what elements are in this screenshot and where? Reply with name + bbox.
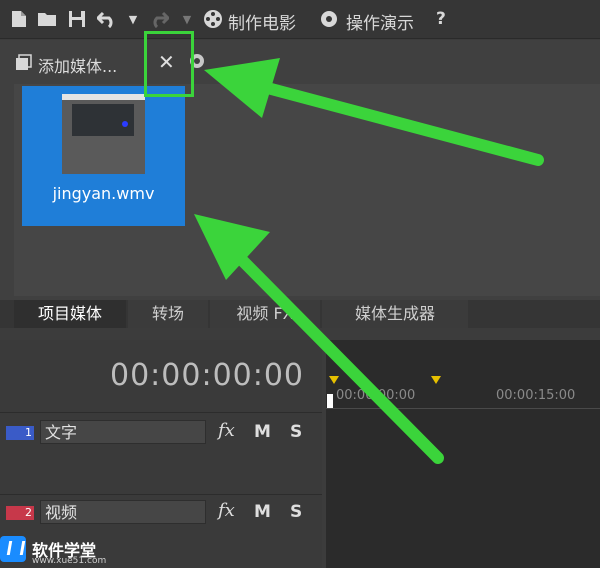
annotation-arrows	[194, 58, 544, 464]
arrow-to-media	[194, 214, 444, 464]
watermark: 软件学堂 www.xue51.com	[0, 536, 106, 566]
watermark-logo-icon	[0, 536, 26, 562]
arrow-to-close	[204, 58, 544, 166]
watermark-url: www.xue51.com	[32, 556, 107, 566]
